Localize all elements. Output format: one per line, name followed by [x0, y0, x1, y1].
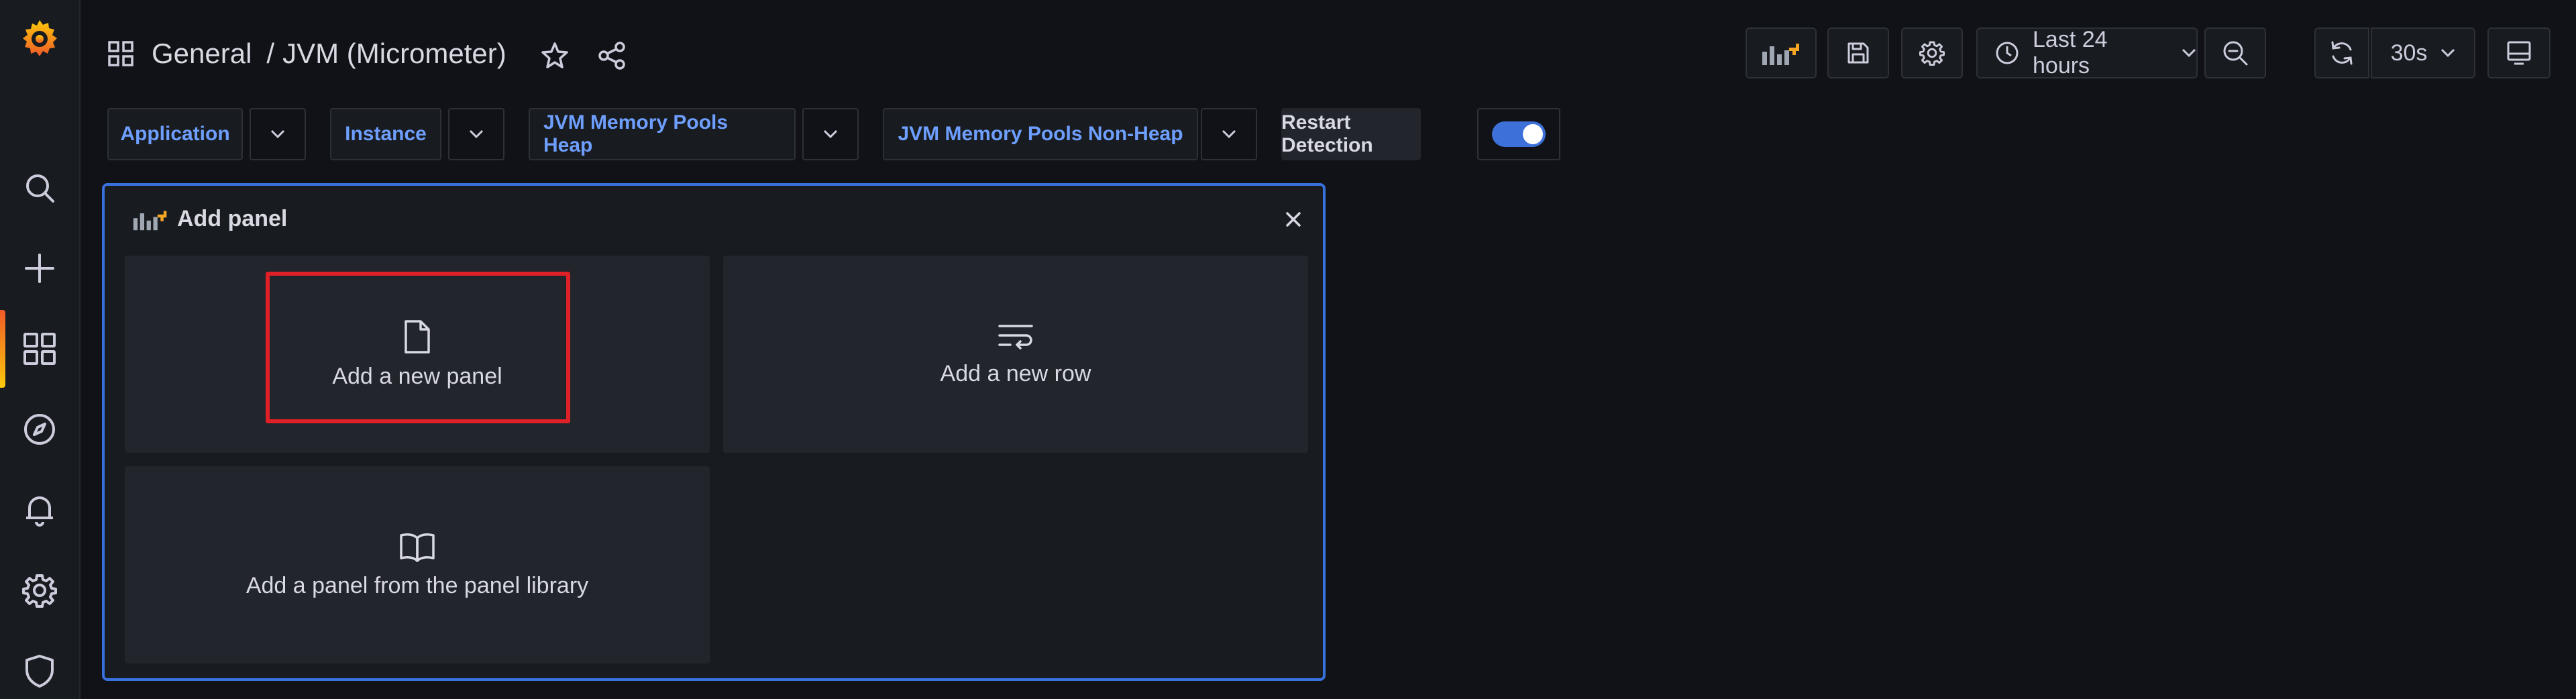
breadcrumb: General / JVM (Micrometer)	[107, 34, 506, 74]
time-range-picker[interactable]: Last 24 hours	[1976, 27, 2198, 78]
variable-nonheap-pools-dropdown[interactable]	[1201, 108, 1257, 160]
add-panel-header: Add panel	[130, 206, 287, 232]
time-range-label: Last 24 hours	[2033, 27, 2108, 78]
add-library-panel-label: Add a panel from the panel library	[246, 572, 589, 598]
chevron-down-icon	[469, 129, 484, 139]
explore-compass-icon[interactable]	[19, 409, 60, 449]
search-icon[interactable]	[19, 168, 60, 208]
sidebar-active-indicator	[0, 310, 5, 388]
variable-nonheap-pools-label: JVM Memory Pools Non-Heap	[883, 108, 1198, 160]
configuration-gear-icon[interactable]	[19, 570, 60, 610]
highlight-box	[266, 272, 570, 423]
zoom-out-button[interactable]	[2204, 28, 2266, 78]
variable-application-dropdown[interactable]	[250, 108, 306, 160]
dashboards-icon[interactable]	[19, 329, 60, 369]
tv-mode-button[interactable]	[2487, 28, 2551, 78]
breadcrumb-folder[interactable]: General	[152, 38, 252, 70]
shield-icon[interactable]	[19, 651, 60, 691]
chevron-down-icon	[2182, 48, 2196, 58]
alerting-bell-icon[interactable]	[19, 490, 60, 530]
chevron-down-icon	[2440, 48, 2455, 58]
restart-detection-label: Restart Detection	[1281, 108, 1421, 160]
share-icon[interactable]	[595, 39, 629, 72]
variable-application-label: Application	[107, 108, 243, 160]
close-icon[interactable]	[1280, 206, 1307, 233]
save-dashboard-button[interactable]	[1827, 28, 1889, 78]
book-open-icon	[400, 533, 435, 562]
add-panel-button[interactable]	[1746, 28, 1817, 78]
toggle-switch[interactable]	[1492, 121, 1546, 147]
chevron-down-icon	[270, 129, 285, 139]
dashboard-grid-icon	[107, 40, 134, 67]
clock-icon	[1995, 41, 2019, 65]
variable-heap-pools-dropdown[interactable]	[802, 108, 859, 160]
refresh-interval-label: 30s	[2390, 40, 2428, 66]
star-icon[interactable]	[538, 39, 572, 72]
restart-detection-toggle[interactable]	[1477, 108, 1560, 160]
text-wrap-icon	[998, 324, 1033, 350]
dashboard-title[interactable]: JVM (Micrometer)	[282, 38, 506, 70]
sidebar	[0, 0, 80, 699]
plus-icon[interactable]	[19, 248, 60, 288]
variable-instance-dropdown[interactable]	[448, 108, 504, 160]
refresh-interval-picker[interactable]: 30s	[2371, 28, 2475, 78]
breadcrumb-separator: /	[266, 38, 275, 69]
dashboard-settings-button[interactable]	[1901, 28, 1963, 78]
chevron-down-icon	[823, 129, 838, 139]
toggle-knob	[1523, 124, 1543, 144]
add-new-row-option[interactable]: Add a new row	[723, 256, 1308, 453]
add-panel-icon	[133, 210, 167, 230]
variable-instance-label: Instance	[330, 108, 441, 160]
refresh-button[interactable]	[2314, 28, 2369, 78]
variable-heap-pools-label: JVM Memory Pools Heap	[529, 108, 796, 160]
add-library-panel-option[interactable]: Add a panel from the panel library	[125, 466, 710, 663]
add-panel-widget: Add panel Add a new panel Add a new row …	[102, 183, 1326, 681]
add-panel-title: Add panel	[177, 206, 288, 231]
grafana-logo-icon[interactable]	[19, 19, 60, 59]
add-new-row-label: Add a new row	[940, 360, 1091, 386]
chevron-down-icon	[1222, 129, 1236, 139]
